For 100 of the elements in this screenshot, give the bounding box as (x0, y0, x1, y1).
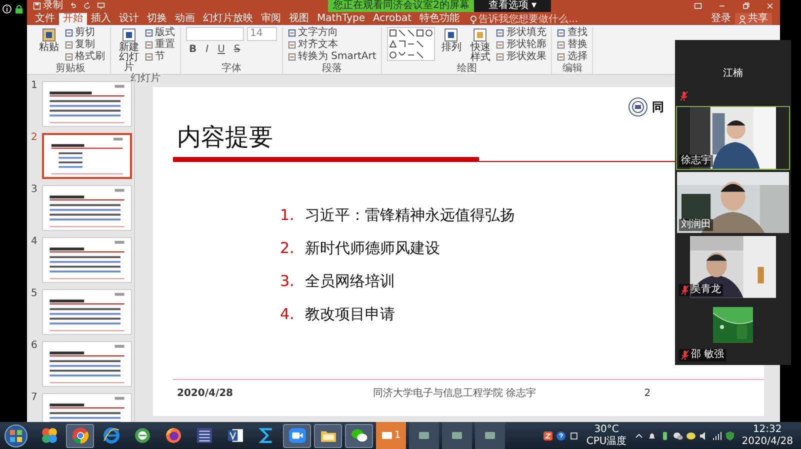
ribbon-tab[interactable]: Acrobat (368, 13, 416, 25)
ribbon-tab[interactable]: 设计 (115, 13, 143, 25)
tool-icon (496, 29, 504, 37)
ribbon-small-button[interactable]: 选择 (557, 51, 588, 63)
participant-tile[interactable]: 邵 敏强 (676, 300, 790, 364)
tool-icon (557, 29, 566, 37)
window-icon (381, 430, 394, 440)
ribbon-small-button[interactable]: 查找 (557, 27, 588, 39)
emblem-icon (628, 97, 648, 117)
save-icon[interactable] (33, 2, 41, 10)
tool-icon (145, 53, 153, 61)
help-icon[interactable] (556, 430, 566, 440)
ribbon-tab[interactable]: 文件 (31, 13, 59, 25)
restore-icon[interactable] (742, 2, 750, 10)
view-options-button[interactable]: 查看选项 ▾ (474, 0, 551, 12)
page-number: 2 (644, 388, 651, 398)
browser-icon (134, 427, 150, 444)
pinwheel-icon (40, 427, 58, 444)
taskbar-tile[interactable] (442, 422, 472, 449)
sign-in-link[interactable]: 登录 (707, 13, 735, 25)
redo-icon[interactable] (83, 2, 91, 10)
ribbon-small-button[interactable]: 对齐文本 (288, 39, 376, 51)
ribbon-large-button[interactable]: 粘贴 (36, 27, 62, 53)
close-icon[interactable] (766, 2, 774, 10)
info-icon[interactable] (2, 4, 12, 14)
ribbon-tab[interactable]: 切换 (143, 13, 171, 25)
ribbon-small-button[interactable]: 转换为 SmartArt (288, 51, 376, 63)
taskbar-tile[interactable] (409, 422, 439, 449)
slideshow-icon[interactable] (97, 2, 105, 10)
ribbon-tab[interactable]: 审阅 (257, 13, 285, 25)
ribbon-small-button[interactable]: 复制 (65, 39, 105, 51)
input-method-icon[interactable] (543, 430, 554, 440)
participant-tile[interactable]: 徐志宇 (676, 106, 790, 170)
slide-number: 7 (31, 393, 38, 403)
ribbon-small-button[interactable]: 形状轮廓 (496, 39, 546, 51)
ribbon-tab[interactable]: 开始 (59, 13, 87, 25)
taskbar-tile[interactable] (475, 422, 505, 449)
ribbon-small-button[interactable]: 剪切 (65, 27, 105, 39)
signal-icon[interactable] (712, 430, 722, 440)
ribbon-tab[interactable]: 视图 (285, 13, 313, 25)
clock-time[interactable]: 12:32 (752, 424, 782, 436)
ribbon-display-icon[interactable] (694, 2, 702, 10)
chat-bubbles-icon (350, 427, 368, 444)
ribbon-small-button[interactable]: 替换 (557, 39, 588, 51)
font-size-field[interactable]: 14 (247, 27, 277, 41)
item-number: 4. (280, 305, 294, 323)
participant-tile[interactable]: 江楠 (676, 41, 790, 105)
ribbon-tab[interactable]: 幻灯片放映 (199, 13, 257, 25)
tool-icon (496, 53, 504, 61)
clock-date[interactable]: 2020/4/28 (742, 436, 793, 448)
item-number: 1. (280, 206, 294, 224)
count-label: 1 (394, 430, 401, 440)
group-label: 绘图 (456, 63, 477, 74)
participant-tile[interactable]: 刘润田 (676, 170, 790, 234)
ribbon-tab[interactable]: 插入 (87, 13, 115, 25)
browser-icon (102, 427, 120, 444)
format-button[interactable]: U (214, 44, 228, 55)
item-number: 2. (280, 239, 294, 257)
participant-tile[interactable]: 吴青龙 (676, 235, 790, 300)
share-button[interactable]: 共享 (735, 13, 772, 25)
group-label: 段落 (322, 63, 342, 74)
undo-icon[interactable] (69, 2, 77, 10)
taskbar-app[interactable] (66, 424, 94, 448)
ribbon-small-button[interactable]: 文字方向 (288, 27, 376, 39)
slide-number: 1 (31, 81, 38, 91)
ribbon-large-button[interactable]: 排列 (438, 27, 464, 53)
bell-icon[interactable] (646, 430, 657, 440)
start-button[interactable] (4, 424, 28, 448)
ribbon-small-button[interactable]: 版式 (145, 27, 175, 39)
taskbar-app[interactable] (345, 424, 373, 448)
format-button[interactable]: B (186, 44, 200, 55)
format-button[interactable]: S (230, 44, 244, 55)
ribbon-small-button[interactable]: 格式刷 (65, 51, 105, 63)
slide-title: 内容提要 (177, 122, 274, 153)
shield-icon[interactable] (724, 430, 735, 440)
slide-number: 5 (31, 289, 38, 299)
participant-name: 邵 敏强 (691, 348, 724, 361)
document-icon (226, 427, 244, 444)
ribbon-tab[interactable]: 特色功能 (416, 13, 464, 25)
ribbon-small-button[interactable]: 形状填充 (496, 27, 546, 39)
chat-icon[interactable] (686, 430, 696, 440)
temperature-text: 30°C (594, 424, 619, 436)
font-name-field[interactable] (186, 27, 244, 41)
ribbon-tab[interactable]: MathType (313, 13, 369, 25)
ribbon-small-button[interactable]: 形状效果 (496, 51, 546, 63)
tool-icon (145, 41, 153, 49)
ribbon-large-button[interactable]: 新建幻灯片 (116, 27, 142, 73)
ribbon-small-button[interactable]: 重置 (145, 39, 175, 51)
tool-icon (288, 29, 296, 37)
window-icon (451, 430, 463, 440)
ribbon-large-button[interactable]: 快速样式 (467, 27, 494, 63)
chat-bubbles-icon[interactable] (672, 430, 683, 440)
format-button[interactable]: I (202, 44, 212, 55)
taskbar-app[interactable] (283, 424, 311, 448)
tell-me-field[interactable]: 告诉我您想要做什么... (470, 13, 601, 25)
ribbon-small-button[interactable]: 节 (145, 51, 175, 63)
ribbon-tab[interactable]: 动画 (171, 13, 199, 25)
agenda-item: 新时代师德师风建设 (305, 239, 440, 258)
taskbar-app[interactable] (314, 424, 342, 448)
shapes-gallery[interactable] (387, 27, 436, 61)
